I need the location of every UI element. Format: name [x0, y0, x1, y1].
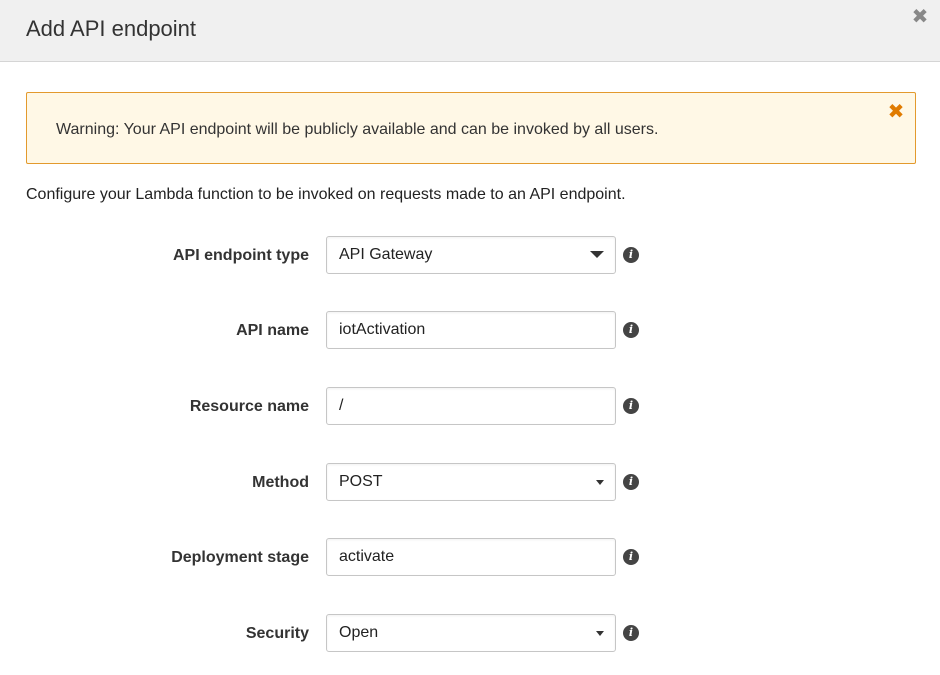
caret-down-icon — [596, 631, 604, 636]
info-icon[interactable]: i — [623, 247, 639, 263]
form-row-security: Security Open i — [0, 614, 940, 652]
dialog-title: Add API endpoint — [26, 16, 197, 41]
security-label: Security — [245, 625, 309, 642]
close-icon[interactable]: ✖ — [910, 6, 930, 28]
method-select[interactable]: POST — [326, 463, 616, 501]
form-row-endpoint-type: API endpoint type API Gateway i — [0, 236, 940, 274]
info-icon[interactable]: i — [623, 474, 639, 490]
resource-name-input[interactable]: / — [326, 387, 616, 425]
warning-text: Warning: Your API endpoint will be publi… — [56, 121, 659, 138]
method-value: POST — [339, 473, 383, 490]
api-name-label: API name — [236, 322, 309, 339]
deployment-stage-input[interactable]: activate — [326, 538, 616, 576]
api-name-value: iotActivation — [339, 321, 426, 338]
form-description: Configure your Lambda function to be inv… — [26, 186, 626, 203]
method-label: Method — [252, 474, 309, 491]
deployment-stage-label: Deployment stage — [171, 549, 309, 566]
endpoint-type-value: API Gateway — [339, 246, 433, 263]
dialog-header: Add API endpoint ✖ — [0, 0, 940, 62]
security-value: Open — [339, 624, 379, 641]
resource-name-label: Resource name — [189, 398, 309, 415]
caret-down-icon — [596, 480, 604, 485]
info-icon[interactable]: i — [623, 398, 639, 414]
endpoint-type-label: API endpoint type — [173, 247, 309, 264]
form-row-method: Method POST i — [0, 463, 940, 501]
resource-name-value: / — [339, 397, 344, 414]
close-icon[interactable]: ✖ — [887, 102, 905, 122]
form-row-api-name: API name iotActivation i — [0, 311, 940, 349]
caret-down-icon — [590, 251, 604, 258]
form-row-resource-name: Resource name / i — [0, 387, 940, 425]
api-name-input[interactable]: iotActivation — [326, 311, 616, 349]
info-icon[interactable]: i — [623, 322, 639, 338]
info-icon[interactable]: i — [623, 549, 639, 565]
form-row-deployment-stage: Deployment stage activate i — [0, 538, 940, 576]
warning-banner: Warning: Your API endpoint will be publi… — [26, 92, 916, 164]
deployment-stage-value: activate — [339, 548, 395, 565]
endpoint-type-select[interactable]: API Gateway — [326, 236, 616, 274]
security-select[interactable]: Open — [326, 614, 616, 652]
info-icon[interactable]: i — [623, 625, 639, 641]
